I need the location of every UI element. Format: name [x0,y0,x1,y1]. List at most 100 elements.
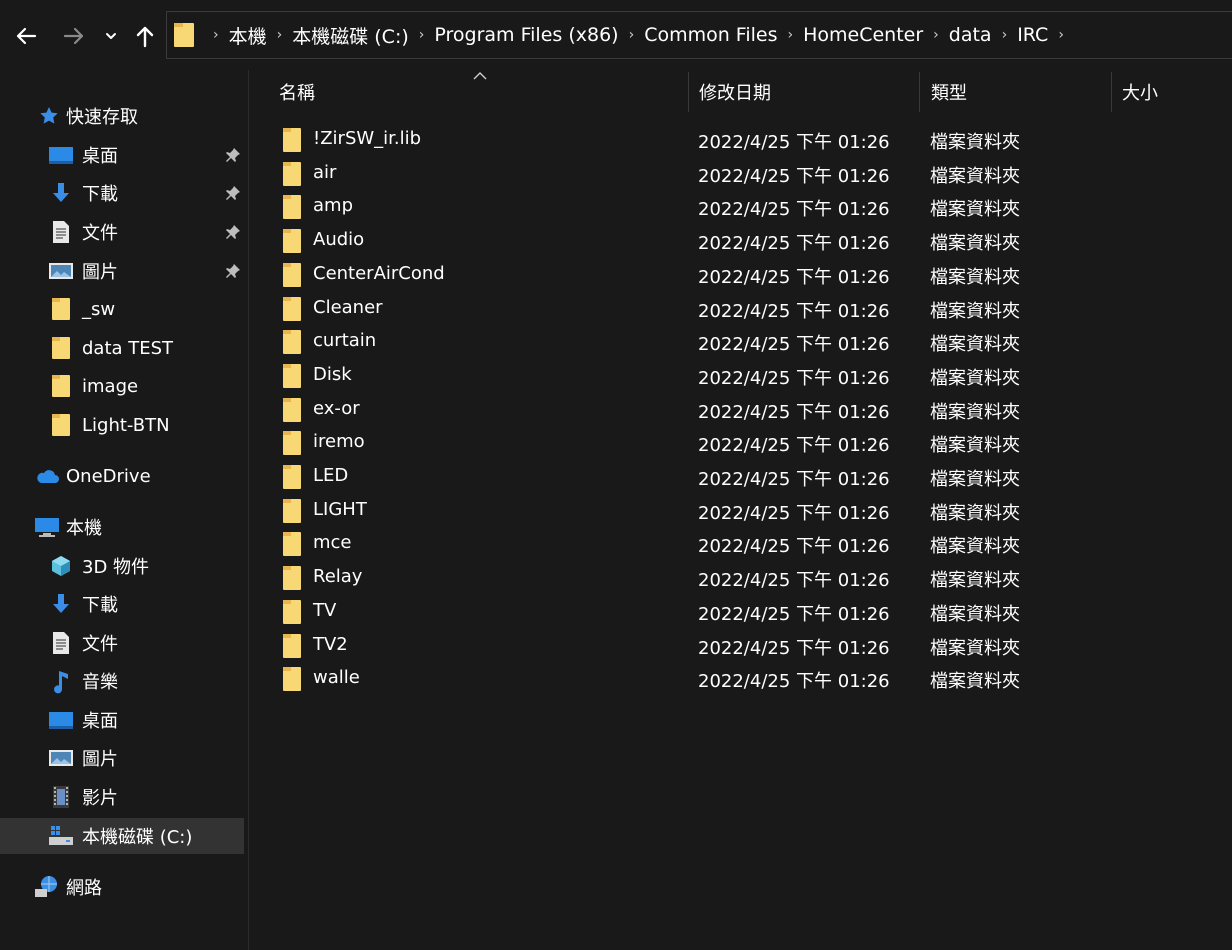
sidebar-item-folder[interactable]: image [0,368,244,404]
breadcrumb-separator[interactable]: › [933,27,939,43]
sidebar-quick-access[interactable]: 快速存取 [0,98,244,134]
sidebar-item-music[interactable]: 音樂 [0,663,244,699]
sidebar-item-downloads[interactable]: 下載 [0,586,244,622]
table-row[interactable]: amp 2022/4/25 下午 01:26 檔案資料夾 [249,189,1232,223]
column-header-type[interactable]: 類型 [931,70,1106,114]
recent-locations-button[interactable] [100,16,122,56]
sidebar-item-pictures[interactable]: 圖片 [0,740,244,776]
breadcrumb-separator: › [213,27,219,43]
file-name: amp [313,195,353,217]
file-name: Audio [313,229,365,251]
file-name: Disk [313,363,352,385]
folder-icon [48,373,74,399]
sidebar-item-desktop[interactable]: 桌面 [0,702,244,738]
breadcrumb-item[interactable]: IRC [1017,24,1048,46]
column-header-name[interactable]: 名稱 [279,70,685,114]
table-row[interactable]: ex-or 2022/4/25 下午 01:26 檔案資料夾 [249,392,1232,426]
file-modified-date: 2022/4/25 下午 01:26 [698,233,890,255]
sidebar-item-videos[interactable]: 影片 [0,779,244,815]
sidebar-item-folder[interactable]: _sw [0,291,244,327]
table-row[interactable]: Audio 2022/4/25 下午 01:26 檔案資料夾 [249,223,1232,257]
file-type: 檔案資料夾 [930,435,1020,457]
file-name: TV [313,599,337,621]
sidebar-item-documents[interactable]: 文件 [0,625,244,661]
forward-button[interactable] [56,16,92,56]
table-row[interactable]: air 2022/4/25 下午 01:26 檔案資料夾 [249,156,1232,190]
table-row[interactable]: CenterAirCond 2022/4/25 下午 01:26 檔案資料夾 [249,257,1232,291]
breadcrumb-item[interactable]: 本機 [229,22,267,49]
table-row[interactable]: LIGHT 2022/4/25 下午 01:26 檔案資料夾 [249,493,1232,527]
folder-icon [48,335,74,361]
file-modified-date: 2022/4/25 下午 01:26 [698,401,890,423]
up-button[interactable] [130,16,160,56]
sidebar-item-onedrive[interactable]: OneDrive [0,458,244,494]
pin-icon[interactable] [224,223,242,241]
file-modified-date: 2022/4/25 下午 01:26 [698,570,890,592]
breadcrumb-item[interactable]: HomeCenter [803,24,923,46]
file-name: iremo [313,431,365,453]
sidebar-item-folder[interactable]: Light-BTN [0,407,244,443]
folder-icon [282,633,302,664]
pin-icon[interactable] [224,262,242,280]
table-row[interactable]: curtain 2022/4/25 下午 01:26 檔案資料夾 [249,324,1232,358]
breadcrumb-separator[interactable]: › [788,27,794,43]
table-row[interactable]: Relay 2022/4/25 下午 01:26 檔案資料夾 [249,560,1232,594]
table-row[interactable]: LED 2022/4/25 下午 01:26 檔案資料夾 [249,459,1232,493]
file-modified-date: 2022/4/25 下午 01:26 [698,132,890,153]
breadcrumb-separator[interactable]: › [277,27,283,43]
breadcrumb-item[interactable]: data [949,24,992,46]
back-button[interactable] [8,16,44,56]
table-row[interactable]: mce 2022/4/25 下午 01:26 檔案資料夾 [249,526,1232,560]
folder-icon [282,531,302,562]
sidebar-item-3d-objects[interactable]: 3D 物件 [0,548,244,584]
arrow-right-icon [63,27,84,45]
file-modified-date: 2022/4/25 下午 01:26 [698,334,890,356]
breadcrumb-separator[interactable]: › [419,27,425,43]
table-row[interactable]: !ZirSW_ir.lib 2022/4/25 下午 01:26 檔案資料夾 [249,122,1232,156]
file-modified-date: 2022/4/25 下午 01:26 [698,671,890,693]
column-resize-handle[interactable] [1111,72,1112,112]
breadcrumb-item[interactable]: 本機磁碟 (C:) [292,22,409,49]
file-modified-date: 2022/4/25 下午 01:26 [698,603,890,625]
sidebar-item-local-disk-c[interactable]: 本機磁碟 (C:) [0,818,244,854]
column-resize-handle[interactable] [919,72,920,112]
file-type: 檔案資料夾 [930,132,1020,153]
breadcrumb-separator[interactable]: › [1058,27,1064,43]
table-row[interactable]: TV 2022/4/25 下午 01:26 檔案資料夾 [249,594,1232,628]
table-row[interactable]: iremo 2022/4/25 下午 01:26 檔案資料夾 [249,425,1232,459]
breadcrumb-item[interactable]: Program Files (x86) [434,24,618,46]
table-row[interactable]: TV2 2022/4/25 下午 01:26 檔案資料夾 [249,628,1232,662]
table-row[interactable]: Disk 2022/4/25 下午 01:26 檔案資料夾 [249,358,1232,392]
folder-icon [282,666,302,697]
sidebar-item-this-pc[interactable]: 本機 [0,509,244,545]
breadcrumb-separator[interactable]: › [1002,27,1008,43]
chevron-down-icon [106,33,116,39]
file-name: CenterAirCond [313,262,445,284]
pin-icon[interactable] [224,146,242,164]
breadcrumb-item[interactable]: Common Files [644,24,777,46]
sidebar-item-label: Light-BTN [82,414,170,436]
breadcrumb-separator[interactable]: › [629,27,635,43]
sidebar-item-label: 影片 [82,788,118,809]
sidebar-item-network[interactable]: 網路 [0,869,244,905]
sidebar-item-documents-pinned[interactable]: 文件 [0,214,244,250]
file-type: 檔案資料夾 [930,199,1020,221]
table-row[interactable]: Cleaner 2022/4/25 下午 01:26 檔案資料夾 [249,291,1232,325]
document-icon [48,630,74,656]
sidebar-item-pictures-pinned[interactable]: 圖片 [0,253,244,289]
folder-icon [282,262,302,293]
sidebar-item-folder[interactable]: data TEST [0,330,244,366]
folder-icon [282,296,302,327]
column-resize-handle[interactable] [688,72,689,112]
table-row[interactable]: walle 2022/4/25 下午 01:26 檔案資料夾 [249,661,1232,695]
pin-icon[interactable] [224,184,242,202]
folder-icon [282,565,302,596]
folder-icon [282,498,302,529]
sidebar-item-label: 本機磁碟 (C:) [82,827,193,848]
folder-icon [282,127,302,158]
column-header-date[interactable]: 修改日期 [699,70,914,114]
column-header-size[interactable]: 大小 [1122,70,1222,114]
sidebar-item-downloads-pinned[interactable]: 下載 [0,175,244,211]
sidebar-item-desktop-pinned[interactable]: 桌面 [0,137,244,173]
address-bar[interactable]: › 本機 › 本機磁碟 (C:) › Program Files (x86) ›… [166,11,1232,59]
